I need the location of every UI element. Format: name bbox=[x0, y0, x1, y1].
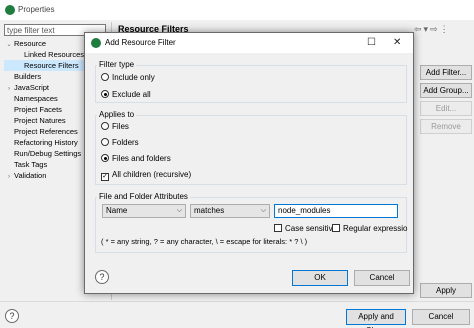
radio-label: Files and folders bbox=[112, 154, 171, 163]
apply-and-close-button[interactable]: Apply and Close bbox=[346, 309, 406, 328]
maximize-icon[interactable]: ☐ bbox=[367, 37, 376, 48]
tree-item-label: Run/Debug Settings bbox=[14, 149, 82, 158]
help-icon[interactable]: ? bbox=[5, 309, 19, 323]
add-group-button[interactable]: Add Group... bbox=[420, 83, 472, 98]
files-and-folders-radio[interactable]: Files and folders bbox=[101, 153, 171, 164]
add-resource-filter-dialog: Add Resource Filter ☐ ✕ Filter type Incl… bbox=[84, 32, 414, 294]
group-label: Filter type bbox=[97, 60, 137, 69]
forward-icon[interactable]: ⇨ bbox=[430, 24, 440, 34]
pattern-hint: ( * = any string, ? = any character, \ =… bbox=[101, 237, 308, 246]
cancel-button[interactable]: Cancel bbox=[412, 309, 470, 325]
all-children-checkbox[interactable]: ✓ All children (recursive) bbox=[101, 169, 192, 181]
tree-item-label: Resource bbox=[14, 39, 47, 48]
tree-item-label: Project Natures bbox=[14, 116, 66, 125]
tree-item-label: Resource Filters bbox=[24, 61, 79, 70]
files-radio[interactable]: Files bbox=[101, 121, 129, 132]
tree-item-label: Project Facets bbox=[14, 105, 62, 114]
help-icon[interactable]: ? bbox=[95, 270, 109, 284]
checkbox-checked-icon: ✓ bbox=[101, 173, 109, 181]
checkbox-icon bbox=[332, 224, 340, 232]
radio-label: Exclude all bbox=[112, 90, 151, 99]
attribute-select[interactable]: Name ⌵ bbox=[102, 204, 186, 218]
tree-item-label: JavaScript bbox=[14, 83, 50, 92]
radio-selected-icon bbox=[101, 154, 109, 162]
apply-button[interactable]: Apply bbox=[420, 283, 472, 298]
radio-label: Include only bbox=[112, 73, 155, 82]
add-filter-button[interactable]: Add Filter... bbox=[420, 65, 472, 80]
checkbox-label: All children (recursive) bbox=[112, 170, 192, 179]
properties-titlebar: Properties bbox=[0, 0, 474, 20]
menu-icon[interactable]: ⋮ bbox=[440, 24, 451, 34]
value-input[interactable]: node_modules bbox=[274, 204, 398, 218]
group-label: Applies to bbox=[97, 110, 137, 119]
cancel-button[interactable]: Cancel bbox=[354, 270, 410, 286]
back-icon[interactable]: ⇦ bbox=[414, 24, 424, 34]
folders-radio[interactable]: Folders bbox=[101, 137, 139, 148]
checkbox-label: Case sensitive bbox=[285, 224, 338, 233]
exclude-all-radio[interactable]: Exclude all bbox=[101, 89, 151, 100]
radio-label: Files bbox=[112, 122, 129, 131]
group-label: File and Folder Attributes bbox=[97, 192, 190, 201]
tree-item-label: Project References bbox=[14, 127, 78, 136]
nav-arrows[interactable]: ⇦▾⇨⋮ bbox=[414, 24, 451, 35]
tree-item-label: Refactoring History bbox=[14, 138, 78, 147]
chevron-right-icon[interactable]: › bbox=[4, 172, 14, 183]
select-value: matches bbox=[194, 206, 225, 215]
dialog-title: Add Resource Filter bbox=[105, 38, 176, 47]
ok-button[interactable]: OK bbox=[292, 270, 348, 286]
tree-item-label: Validation bbox=[14, 171, 47, 180]
divider bbox=[0, 301, 474, 302]
remove-button[interactable]: Remove bbox=[420, 119, 472, 134]
include-only-radio[interactable]: Include only bbox=[101, 72, 155, 83]
edit-button[interactable]: Edit... bbox=[420, 101, 472, 116]
radio-label: Folders bbox=[112, 138, 139, 147]
tree-item-label: Linked Resources bbox=[24, 50, 85, 59]
checkbox-label: Regular expressio bbox=[343, 224, 408, 233]
tree-item-label: Task Tags bbox=[14, 160, 48, 169]
window-title: Properties bbox=[18, 5, 55, 14]
case-sensitive-checkbox[interactable]: Case sensitive bbox=[274, 223, 337, 234]
eclipse-logo-icon bbox=[5, 5, 15, 15]
radio-selected-icon bbox=[101, 90, 109, 98]
operator-select[interactable]: matches ⌵ bbox=[190, 204, 270, 218]
chevron-down-icon: ⌵ bbox=[176, 207, 182, 214]
chevron-down-icon: ⌵ bbox=[260, 207, 266, 214]
eclipse-logo-icon bbox=[91, 38, 101, 48]
checkbox-icon bbox=[274, 224, 282, 232]
close-icon[interactable]: ✕ bbox=[393, 37, 401, 48]
radio-icon bbox=[101, 138, 109, 146]
regex-checkbox[interactable]: Regular expressio bbox=[332, 223, 407, 234]
tree-item-label: Namespaces bbox=[14, 94, 58, 103]
radio-icon bbox=[101, 73, 109, 81]
tree-item-label: Builders bbox=[14, 72, 42, 81]
dialog-titlebar: Add Resource Filter ☐ ✕ bbox=[85, 33, 413, 53]
radio-icon bbox=[101, 122, 109, 130]
select-value: Name bbox=[106, 206, 128, 215]
